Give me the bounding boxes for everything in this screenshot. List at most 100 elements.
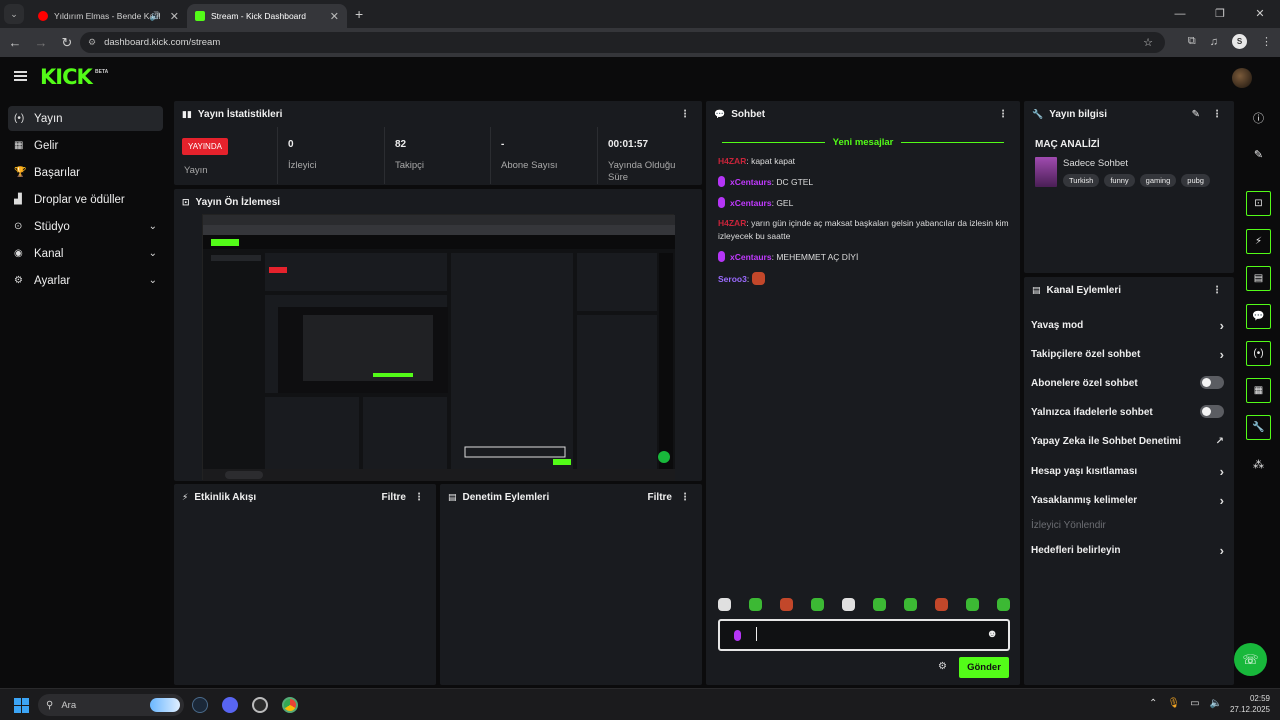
more-options-icon[interactable]: ⋮: [414, 492, 424, 503]
more-options-icon[interactable]: ⋮: [680, 109, 690, 120]
emote-icon[interactable]: [811, 598, 824, 611]
reload-button[interactable]: ↻: [56, 35, 78, 51]
sidebar-item-yayin[interactable]: (•) Yayın: [8, 106, 163, 131]
sidebar-item-kanal[interactable]: ◉ Kanal ⌄: [8, 241, 163, 266]
chat-panel-toggle-icon[interactable]: 💬: [1246, 304, 1271, 329]
browser-tab-kick[interactable]: Stream - Kick Dashboard ✕: [187, 4, 347, 28]
sidebar-item-studyo[interactable]: ⊙ Stüdyo ⌄: [8, 214, 163, 239]
emote-icon[interactable]: [842, 598, 855, 611]
forward-button[interactable]: →: [30, 35, 52, 50]
chat-username[interactable]: Seroo3: [718, 274, 747, 284]
chat-username[interactable]: H4ZAR: [718, 218, 746, 228]
info-icon[interactable]: ⓘ: [1246, 105, 1271, 130]
new-tab-button[interactable]: +: [355, 6, 363, 22]
extensions-icon[interactable]: ⧉: [1188, 35, 1196, 48]
address-bar: ← → ↻ ⚙ dashboard.kick.com/stream ☆ ⧉ ♫ …: [0, 28, 1280, 57]
more-options-icon[interactable]: ⋮: [1212, 109, 1222, 120]
edit-pencil-icon[interactable]: ✎: [1192, 109, 1200, 120]
browser-menu-icon[interactable]: ⋮: [1261, 35, 1272, 48]
steam-icon[interactable]: [192, 697, 208, 713]
chrome-icon[interactable]: [282, 697, 298, 713]
edit-pencil-icon[interactable]: ✎: [1246, 142, 1271, 167]
gift-icon: ▟: [14, 194, 22, 205]
clock[interactable]: 02:59 27.12.2025: [1230, 693, 1270, 715]
channel-actions-toggle-icon[interactable]: ▦: [1246, 378, 1271, 403]
minimize-button[interactable]: —: [1160, 0, 1200, 28]
network-icon[interactable]: ▭: [1190, 698, 1199, 709]
layout-icon[interactable]: ⁂: [1246, 452, 1271, 477]
volume-icon[interactable]: 🔈: [1210, 698, 1222, 709]
action-account-age[interactable]: Hesap yaşı kısıtlaması ›: [1031, 464, 1224, 479]
emote-icon[interactable]: [904, 598, 917, 611]
chat-username[interactable]: xCentaurs: [730, 198, 772, 208]
tag[interactable]: pubg: [1181, 174, 1210, 187]
action-followers-only[interactable]: Takipçilere özel sohbet ›: [1031, 347, 1224, 362]
microphone-icon[interactable]: 🎙: [1167, 698, 1180, 709]
stats-panel-toggle-icon[interactable]: ⊡: [1246, 191, 1271, 216]
chat-input[interactable]: ☻: [718, 619, 1010, 651]
sidebar-item-droplar[interactable]: ▟ Droplar ve ödüller: [8, 187, 163, 212]
action-ai-moderation[interactable]: Yapay Zeka ile Sohbet Denetimi ↗: [1031, 436, 1224, 447]
user-avatar[interactable]: [1232, 68, 1252, 88]
bookmark-star-icon[interactable]: ☆: [1143, 36, 1153, 49]
action-banned-words[interactable]: Yasaklanmış kelimeler ›: [1031, 493, 1224, 508]
profile-avatar[interactable]: S: [1232, 34, 1247, 49]
windows-start-icon[interactable]: [14, 698, 29, 713]
hamburger-menu-icon[interactable]: [14, 71, 27, 81]
support-chat-icon[interactable]: ☏: [1234, 643, 1267, 676]
emote-icon[interactable]: [873, 598, 886, 611]
discord-icon[interactable]: [222, 697, 238, 713]
filter-button[interactable]: Filtre: [382, 492, 406, 503]
site-info-icon[interactable]: ⚙: [88, 37, 96, 48]
emote-icon[interactable]: [749, 598, 762, 611]
emote-icon[interactable]: [997, 598, 1010, 611]
category-thumbnail[interactable]: [1035, 157, 1057, 187]
action-set-goals[interactable]: Hedefleri belirleyin ›: [1031, 543, 1224, 558]
subscribers-only-toggle[interactable]: [1200, 376, 1224, 389]
app-icon[interactable]: [252, 697, 268, 713]
close-tab-icon[interactable]: ✕: [170, 10, 179, 23]
url-field[interactable]: ⚙ dashboard.kick.com/stream ☆: [80, 32, 1165, 53]
chat-username[interactable]: xCentaurs: [730, 252, 772, 262]
emote-icon[interactable]: [966, 598, 979, 611]
tag[interactable]: Turkish: [1063, 174, 1100, 187]
emoji-picker-icon[interactable]: ☻: [986, 628, 998, 640]
tag[interactable]: funny: [1104, 174, 1135, 187]
chat-username[interactable]: xCentaurs: [730, 177, 772, 187]
emote-icon[interactable]: [780, 598, 793, 611]
media-icon[interactable]: ♫: [1210, 36, 1218, 48]
close-window-button[interactable]: ✕: [1240, 0, 1280, 28]
kick-logo[interactable]: KICK: [40, 65, 93, 89]
sidebar-item-ayarlar[interactable]: ⚙ Ayarlar ⌄: [8, 268, 163, 293]
taskbar-search[interactable]: ⚲ Ara: [38, 694, 184, 716]
emote-icon[interactable]: [935, 598, 948, 611]
browser-tab-music[interactable]: Yıldırım Elmas - Bende Katil 🔊 ✕: [30, 4, 187, 28]
sidebar-item-basarilar[interactable]: 🏆 Başarılar: [8, 160, 163, 185]
send-button[interactable]: Gönder: [959, 657, 1009, 678]
close-tab-icon[interactable]: ✕: [330, 10, 339, 23]
chat-username[interactable]: H4ZAR: [718, 156, 746, 166]
stream-info-toggle-icon[interactable]: 🔧: [1246, 415, 1271, 440]
sidebar-item-gelir[interactable]: ▦ Gelir: [8, 133, 163, 158]
moderation-panel-toggle-icon[interactable]: ▤: [1246, 266, 1271, 291]
tag[interactable]: gaming: [1139, 174, 1177, 187]
activity-panel-toggle-icon[interactable]: ⚡: [1246, 229, 1271, 254]
maximize-button[interactable]: ❐: [1200, 0, 1240, 28]
speaker-icon[interactable]: 🔊: [150, 11, 161, 22]
more-options-icon[interactable]: ⋮: [1212, 285, 1222, 296]
new-messages-divider[interactable]: Yeni mesajlar: [714, 135, 1012, 149]
tab-search-button[interactable]: ⌄: [4, 4, 24, 24]
category-name[interactable]: Sadece Sohbet: [1063, 158, 1128, 169]
back-button[interactable]: ←: [4, 35, 26, 50]
action-slow-mode[interactable]: Yavaş mod ›: [1031, 318, 1224, 333]
tray-overflow-icon[interactable]: ⌃: [1149, 698, 1157, 709]
broadcast-panel-toggle-icon[interactable]: (•): [1246, 341, 1271, 366]
emote-icon[interactable]: [718, 598, 731, 611]
stream-preview-video[interactable]: [202, 214, 675, 481]
chat-settings-gear-icon[interactable]: ⚙: [938, 661, 947, 672]
filter-button[interactable]: Filtre: [648, 492, 672, 503]
emotes-only-toggle[interactable]: [1200, 405, 1224, 418]
more-options-icon[interactable]: ⋮: [998, 109, 1008, 120]
panel-title: Etkinlik Akışı: [194, 491, 257, 503]
more-options-icon[interactable]: ⋮: [680, 492, 690, 503]
